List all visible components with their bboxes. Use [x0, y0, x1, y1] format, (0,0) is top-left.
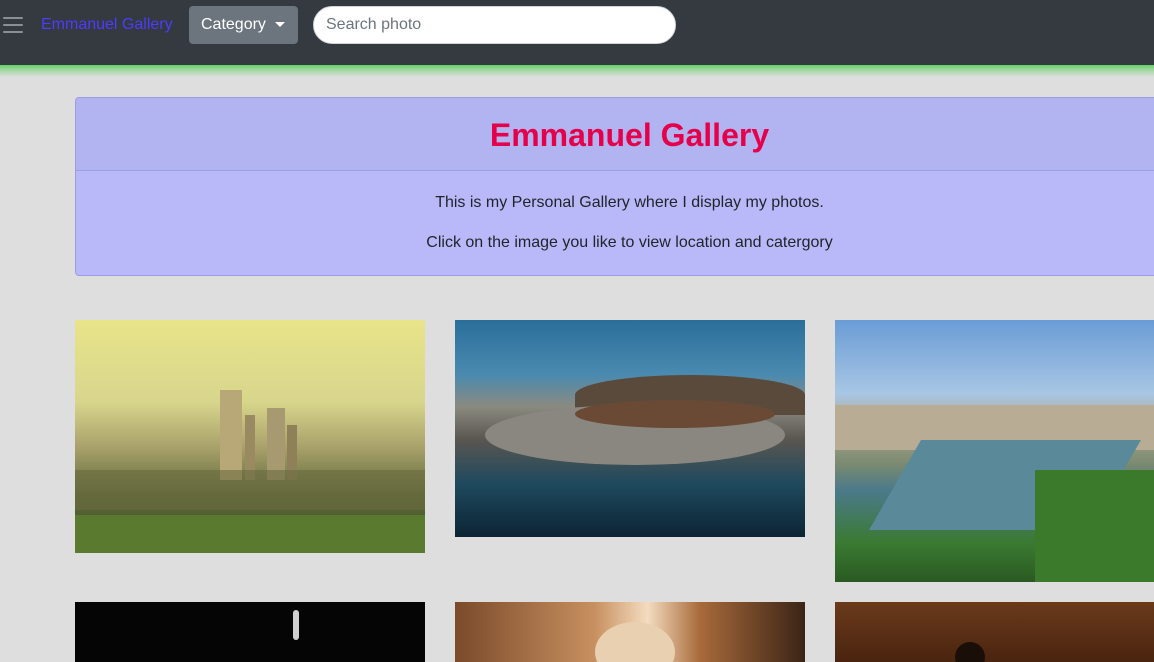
intro-card-header: Emmanuel Gallery: [76, 98, 1154, 171]
brand-link[interactable]: Emmanuel Gallery: [41, 15, 173, 34]
object-shape: [293, 610, 299, 640]
intro-description: This is my Personal Gallery where I disp…: [435, 194, 824, 211]
hill-shape: [575, 400, 775, 428]
cup-shape: [595, 622, 675, 662]
tower-shape: [220, 390, 242, 480]
object-shape: [955, 642, 985, 662]
top-navbar: Emmanuel Gallery Category: [0, 0, 1154, 65]
coffee-cup-photo[interactable]: [455, 602, 805, 662]
park-band: [75, 515, 425, 553]
category-label: Category: [201, 16, 266, 33]
intro-card: Emmanuel Gallery This is my Personal Gal…: [75, 97, 1154, 276]
river-city-photo[interactable]: [835, 320, 1154, 582]
page-title: Emmanuel Gallery: [489, 117, 770, 153]
category-dropdown-button[interactable]: Category: [189, 6, 298, 44]
skyline-buildings-band: [75, 470, 425, 510]
hamburger-menu-icon[interactable]: [3, 15, 23, 34]
wooden-surface-photo[interactable]: [835, 602, 1154, 662]
dark-photo[interactable]: [75, 602, 425, 662]
intro-instruction: Click on the image you like to view loca…: [426, 234, 833, 251]
search-input[interactable]: [313, 6, 676, 44]
trees-shape: [1035, 470, 1154, 582]
navbar-glow-divider: [0, 65, 1154, 77]
caret-down-icon: [275, 22, 285, 27]
aerial-coastal-city-photo[interactable]: [455, 320, 805, 537]
city-skyline-photo[interactable]: [75, 320, 425, 553]
